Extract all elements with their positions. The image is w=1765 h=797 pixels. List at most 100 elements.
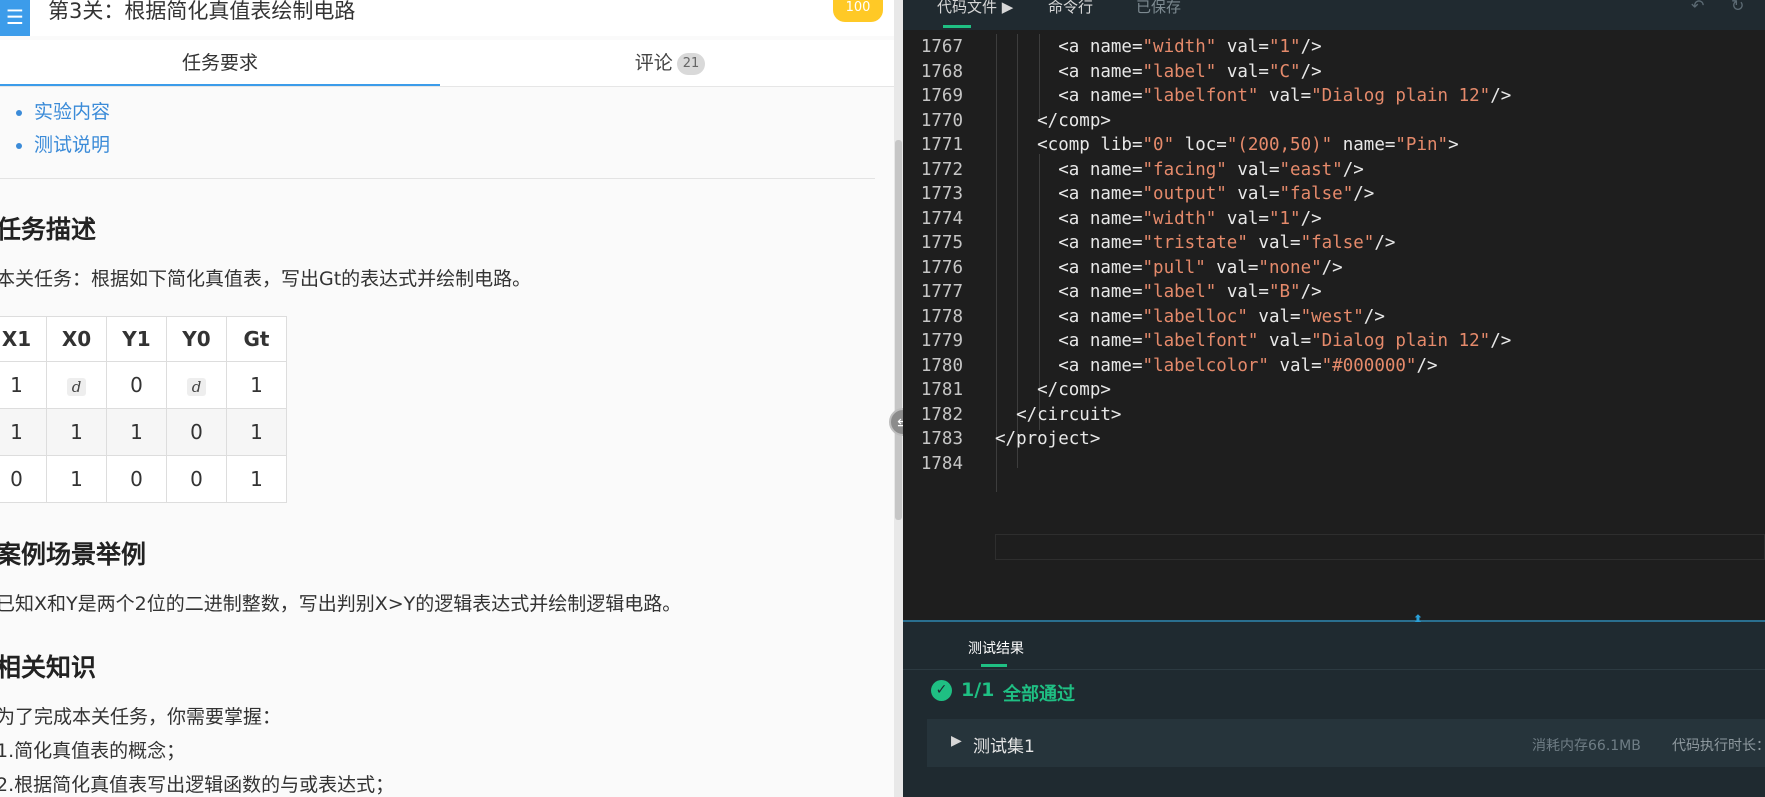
line-number: 1778 — [920, 306, 963, 327]
tab-code-file[interactable]: 代码文件 ▶ — [937, 0, 1013, 15]
line-number: 1774 — [920, 208, 963, 229]
table-cell: 1 — [46, 408, 107, 456]
heading-example: 案例场景举例 — [0, 540, 147, 569]
code-line: <a name="facing" val="east"/> — [995, 159, 1364, 180]
code-line: <a name="width" val="1"/> — [995, 37, 1322, 57]
line-number: 1779 — [920, 331, 963, 351]
code-line: </comp> — [995, 380, 1111, 400]
level-title: 第3关：根据简化真值表绘制电路 — [48, 0, 356, 23]
heading-task-description: 任务描述 — [0, 215, 97, 244]
table-header: Y1 — [106, 316, 167, 362]
table-cell: 0 — [106, 455, 167, 503]
line-number: 1769 — [920, 86, 963, 106]
line-number: 1767 — [920, 37, 963, 57]
line-number: 1775 — [920, 233, 963, 253]
table-cell: 1 — [0, 361, 47, 409]
code-area[interactable]: 1767 <a name="width" val="1"/> 1768 <a na… — [903, 34, 1765, 560]
table-of-contents-list: 实验内容 测试说明 — [12, 96, 110, 162]
table-cell: 0 — [166, 408, 227, 456]
toc-item-test-notes[interactable]: 测试说明 — [34, 129, 110, 162]
task-text: 本关任务：根据如下简化真值表，写出Gt的表达式并绘制电路。 — [0, 268, 532, 290]
code-line: <a name="pull" val="none"/> — [995, 257, 1343, 278]
code-line: <a name="label" val="C"/> — [995, 61, 1322, 82]
active-tab-indicator — [943, 25, 971, 28]
expand-arrow-icon[interactable]: ▶ — [951, 733, 962, 749]
code-line: <a name="labelcolor" val="#000000"/> — [995, 355, 1438, 376]
code-line: <a name="label" val="B"/> — [995, 282, 1322, 302]
code-line: </circuit> — [995, 404, 1122, 425]
test-suite-row[interactable]: ▶ 测试集1 消耗内存66.1MB 代码执行时长： — [927, 719, 1765, 767]
table-row: 1 1 1 0 1 — [0, 408, 287, 456]
tab-test-results[interactable]: 测试结果 — [968, 638, 1024, 658]
check-circle-icon: ✓ — [931, 680, 952, 701]
tab-task-requirements[interactable]: 任务要求 — [0, 40, 440, 86]
memory-usage: 消耗内存66.1MB — [1532, 738, 1641, 754]
line-number: 1781 — [920, 380, 963, 400]
table-row: 0 1 0 0 1 — [0, 455, 287, 503]
tab-comments-label: 评论 — [634, 52, 673, 74]
line-number: 1780 — [920, 355, 963, 376]
comment-count-badge: 21 — [676, 53, 706, 75]
dont-care-value: d — [186, 378, 207, 396]
divider — [903, 669, 1765, 670]
toc-link-test-notes[interactable]: 测试说明 — [34, 134, 110, 156]
knowledge-item: 2.根据简化真值表写出逻辑函数的与或表达式； — [0, 774, 395, 796]
task-tabs: 任务要求 评论 21 — [0, 40, 903, 87]
table-header: Gt — [226, 316, 287, 362]
test-suite-name: 测试集1 — [973, 737, 1035, 757]
code-line: <a name="labelfont" val="Dialog plain 12… — [995, 86, 1512, 106]
table-cell: 0 — [166, 455, 227, 503]
line-number: 1772 — [920, 159, 963, 180]
undo-icon[interactable]: ↶ — [1691, 0, 1704, 14]
tab-comments[interactable]: 评论 21 — [440, 40, 900, 86]
line-number: 1771 — [920, 135, 963, 155]
table-cell: 1 — [106, 408, 167, 456]
table-cell: 1 — [226, 408, 287, 456]
knowledge-item: 1.简化真值表的概念； — [0, 740, 186, 762]
line-number: 1776 — [920, 257, 963, 278]
left-scrollbar-thumb[interactable] — [895, 140, 902, 520]
hamburger-icon[interactable]: ☰ — [0, 0, 30, 36]
line-number: 1782 — [920, 404, 963, 425]
toc-link-experiment[interactable]: 实验内容 — [34, 101, 110, 123]
editor-toolbar: 代码文件 ▶ 命令行 已保存 ↶ ↻ — [903, 0, 1765, 30]
code-line: <a name="labelfont" val="Dialog plain 12… — [995, 331, 1512, 351]
table-cell: 0 — [106, 361, 167, 409]
line-number: 1784 — [920, 453, 963, 474]
toc-item-experiment[interactable]: 实验内容 — [34, 96, 110, 129]
code-line: <comp lib="0" loc="(200,50)" name="Pin"> — [995, 135, 1459, 155]
table-header-row: X1 X0 Y1 Y0 Gt — [0, 316, 287, 362]
code-line: <a name="output" val="false"/> — [995, 184, 1375, 204]
test-results-panel: 测试结果 ✓ 1/1 全部通过 ▶ 测试集1 消耗内存66.1MB 代码执行时长… — [903, 622, 1765, 797]
code-line: </comp> — [995, 110, 1111, 131]
line-number: 1783 — [920, 429, 963, 449]
code-line: <a name="labelloc" val="west"/> — [995, 306, 1385, 327]
refresh-icon[interactable]: ↻ — [1731, 0, 1744, 14]
table-header: X0 — [46, 316, 107, 362]
table-cell: d — [46, 361, 107, 409]
table-header: Y0 — [166, 316, 227, 362]
level-header: ☰ 第3关：根据简化真值表绘制电路 100 — [0, 0, 903, 36]
table-cell: 0 — [0, 455, 47, 503]
task-panel: ☰ 第3关：根据简化真值表绘制电路 100 任务要求 评论21 实验内容 测试说… — [0, 0, 903, 797]
tab-command-line[interactable]: 命令行 — [1048, 0, 1093, 15]
code-editor-panel: 代码文件 ▶ 命令行 已保存 ↶ ↻ 1767 <a name="width" … — [903, 0, 1765, 797]
score-badge: 100 — [833, 0, 883, 22]
simplified-truth-table: X1 X0 Y1 Y0 Gt 1 d 0 d 1 1 1 1 0 1 0 1 0… — [0, 316, 287, 503]
table-cell: 1 — [226, 455, 287, 503]
code-line: <a name="width" val="1"/> — [995, 208, 1322, 229]
saved-status: 已保存 — [1136, 0, 1182, 16]
table-cell: 1 — [226, 361, 287, 409]
line-number: 1768 — [920, 61, 963, 82]
line-number: 1770 — [920, 110, 963, 131]
table-cell: 1 — [46, 455, 107, 503]
example-text: 已知X和Y是两个2位的二进制整数，写出判别X>Y的逻辑表达式并绘制逻辑电路。 — [0, 593, 682, 615]
active-line — [995, 534, 1765, 560]
divider — [0, 178, 875, 179]
table-cell: 1 — [0, 408, 47, 456]
table-row: 1 d 0 d 1 — [0, 361, 287, 409]
code-line: </project> — [995, 429, 1101, 449]
active-tab-indicator — [981, 664, 1007, 667]
knowledge-intro: 为了完成本关任务，你需要掌握： — [0, 706, 282, 728]
pass-status: 全部通过 — [1003, 684, 1075, 705]
